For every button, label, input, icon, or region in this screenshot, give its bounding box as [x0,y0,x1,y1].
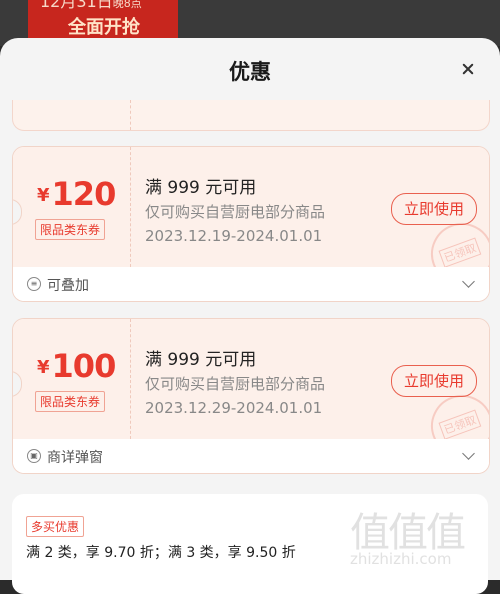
coupon-footer-label: 可叠加 [47,278,89,294]
coupon-description: 仅可购买自营厨电部分商品 [145,203,326,221]
coupon-type-tag: 限品类东券 [35,219,106,240]
coupon-card-partial [12,100,490,131]
coupon-description: 仅可购买自营厨电部分商品 [145,375,326,393]
sheet-header: 优惠 [0,38,500,100]
coupon-card: ¥100 限品类东券 满 999 元可用 仅可购买自营厨电部分商品 2023.1… [12,318,490,474]
coupon-body: ¥100 限品类东券 满 999 元可用 仅可购买自营厨电部分商品 2023.1… [13,319,489,466]
promo-banner: 12月31日晚8点 全面开抢 [28,0,178,40]
banner-line1: 12月31日晚8点 [40,0,142,11]
banner-line2: 全面开抢 [68,17,140,38]
coupon-footer-expand[interactable]: ▣ 商详弹窗 [13,439,489,473]
watermark-text: zhizhizhi.com [350,550,452,568]
coupon-amount: ¥120 [37,175,116,213]
popup-icon: ▣ [27,449,41,463]
chevron-down-icon [462,447,475,460]
chevron-down-icon [462,275,475,288]
coupon-date-range: 2023.12.29-2024.01.01 [145,399,323,417]
coupon-footer-label: 商详弹窗 [47,450,103,466]
sheet-title: 优惠 [229,60,271,84]
coupon-divider [130,319,131,439]
coupon-condition: 满 999 元可用 [145,178,257,198]
coupon-body: ¥120 限品类东券 满 999 元可用 仅可购买自营厨电部分商品 2023.1… [13,147,489,294]
coupon-divider [130,100,131,130]
coupon-date-range: 2023.12.19-2024.01.01 [145,227,323,245]
multibuy-text: 满 2 类，享 9.70 折；满 3 类，享 9.50 折 [26,545,296,561]
coupon-divider [130,147,131,267]
use-now-button[interactable]: 立即使用 [391,365,477,397]
coupon-type-tag: 限品类东券 [35,391,106,412]
coupon-card: ¥120 限品类东券 满 999 元可用 仅可购买自营厨电部分商品 2023.1… [12,146,490,302]
watermark-logo: 值值值 zhizhizhi.com [350,510,466,568]
coupon-condition: 满 999 元可用 [145,350,257,370]
coupon-amount: ¥100 [37,347,116,385]
close-icon[interactable] [458,60,478,80]
stack-icon: ≡ [27,277,41,291]
coupon-footer-expand[interactable]: ≡ 可叠加 [13,267,489,301]
multibuy-tag: 多买优惠 [26,516,85,537]
use-now-button[interactable]: 立即使用 [391,193,477,225]
